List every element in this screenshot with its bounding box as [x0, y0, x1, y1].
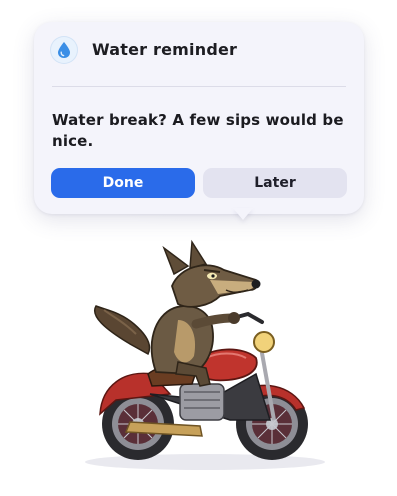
- reminder-stage: Water reminder Water break? A few sips w…: [0, 0, 397, 496]
- later-button[interactable]: Later: [203, 168, 347, 198]
- popup-pointer: [233, 208, 253, 220]
- wolf-motorcycle-illustration: [85, 239, 325, 470]
- title-divider: [52, 86, 346, 87]
- done-button[interactable]: Done: [51, 168, 195, 198]
- water-drop-icon: [50, 36, 78, 64]
- notification-title: Water reminder: [92, 40, 238, 59]
- notification-message: Water break? A few sips would be nice.: [52, 111, 344, 150]
